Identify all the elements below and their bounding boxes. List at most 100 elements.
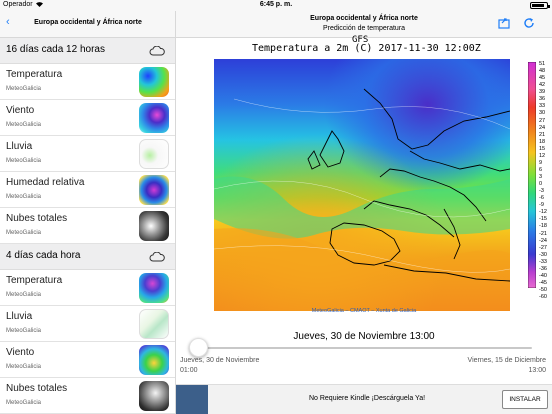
status-time: 6:45 p. m. — [259, 1, 293, 8]
colorbar-tick-label: 3 — [539, 174, 543, 180]
battery-icon — [530, 2, 550, 9]
colorbar-tick-label: 27 — [539, 117, 546, 124]
list-item-temperatura[interactable]: Temperatura MeteoGalicia — [0, 64, 175, 100]
section-title: 16 días cada 12 horas — [6, 44, 105, 55]
colorbar-tick-label: -24 — [539, 237, 547, 244]
refresh-icon[interactable] — [523, 17, 535, 29]
humidity-map-thumbnail — [139, 175, 169, 205]
map-title: Temperatura a 2m (C) 2017-11-30 12:00Z — [252, 43, 481, 54]
section-header-16-dias: 16 días cada 12 horas — [0, 38, 175, 64]
time-slider-track[interactable] — [196, 347, 532, 349]
end-time: 13:00 — [528, 367, 546, 374]
item-name: Nubes totales — [6, 383, 68, 394]
colorbar-tick-label: -15 — [539, 216, 547, 223]
colorbar-tick-label: 51 — [539, 61, 546, 67]
ad-text: No Requiere Kindle ¡Descárguela Ya! — [308, 395, 426, 402]
item-name: Lluvia — [6, 311, 33, 322]
rain-map-thumbnail — [139, 139, 169, 169]
colorbar-tick-label: -12 — [539, 209, 547, 216]
wind-map-thumbnail — [139, 103, 169, 133]
cloud-icon — [149, 252, 165, 262]
list-item-lluvia[interactable]: Lluvia MeteoGalicia — [0, 136, 175, 172]
list-item-viento[interactable]: Viento MeteoGalicia — [0, 342, 175, 378]
item-source: MeteoGalicia — [6, 364, 42, 370]
list-item-nubes-totales[interactable]: Nubes totales MeteoGalicia — [0, 208, 175, 244]
install-button[interactable]: INSTALAR — [502, 390, 548, 409]
time-slider-thumb[interactable] — [189, 338, 208, 357]
item-source: MeteoGalicia — [6, 230, 42, 236]
share-icon[interactable] — [498, 17, 510, 29]
temperature-map-image — [214, 59, 510, 311]
colorbar-tick-label: 30 — [539, 110, 546, 117]
colorbar-tick-label: -50 — [539, 287, 547, 293]
map-credit-link[interactable]: MeteoGalicia – CMAOT – Xunta de Galicia — [176, 308, 552, 314]
colorbar-tick-label: -6 — [539, 195, 544, 202]
colorbar-tick-label: -27 — [539, 244, 547, 251]
colorbar-tick-label: -21 — [539, 230, 547, 237]
temperature-colorbar — [528, 62, 536, 288]
list-item-nubes-totales[interactable]: Nubes totales MeteoGalicia — [0, 378, 175, 414]
clouds-map-thumbnail — [139, 381, 169, 411]
colorbar-tick-label: 9 — [539, 159, 543, 166]
colorbar-tick-label: 15 — [539, 145, 546, 152]
end-date: Viernes, 15 de Diciembre — [467, 357, 546, 364]
temperature-map-thumbnail — [139, 273, 169, 303]
item-name: Viento — [6, 105, 35, 116]
forecast-panel: GFS Temperatura a 2m (C) 2017-11-30 12:0… — [176, 35, 552, 384]
colorbar-tick-label: 21 — [539, 131, 546, 138]
colorbar-tick-label: 33 — [539, 103, 546, 110]
detail-title: Europa occidental y África norte — [310, 15, 418, 22]
colorbar-tick-label: 48 — [539, 68, 546, 75]
list-item-lluvia[interactable]: Lluvia MeteoGalicia — [0, 306, 175, 342]
rain-map-thumbnail — [139, 309, 169, 339]
item-source: MeteoGalicia — [6, 328, 42, 334]
product-list: 16 días cada 12 horas Temperatura MeteoG… — [0, 38, 176, 414]
wind-map-thumbnail — [139, 345, 169, 375]
colorbar-tick-label: 6 — [539, 166, 543, 173]
item-name: Nubes totales — [6, 213, 68, 224]
item-name: Lluvia — [6, 141, 33, 152]
item-name: Viento — [6, 347, 35, 358]
list-item-viento[interactable]: Viento MeteoGalicia — [0, 100, 175, 136]
cloud-icon — [149, 46, 165, 56]
sidebar-title: Europa occidental y África norte — [34, 19, 142, 26]
list-item-humedad-relativa[interactable]: Humedad relativa MeteoGalicia — [0, 172, 175, 208]
colorbar-tick-label: -36 — [539, 265, 547, 272]
ad-image — [176, 385, 208, 414]
colorbar-tick-label: 42 — [539, 82, 546, 89]
colorbar-tick-label: -60 — [539, 294, 547, 301]
colorbar-tick-label: -3 — [539, 188, 544, 195]
colorbar-tick-label: -45 — [539, 279, 547, 286]
detail-subtitle: Predicción de temperatura — [322, 25, 406, 32]
colorbar-tick-label: -40 — [539, 272, 547, 279]
detail-nav-bar: Europa occidental y África norte Predicc… — [176, 11, 552, 38]
sidebar-nav-bar: ‹ Europa occidental y África norte — [0, 11, 176, 38]
ad-banner[interactable]: No Requiere Kindle ¡Descárguela Ya! INST… — [176, 384, 552, 414]
temperature-map[interactable] — [214, 59, 510, 311]
item-name: Temperatura — [6, 69, 63, 80]
list-item-temperatura[interactable]: Temperatura MeteoGalicia — [0, 270, 175, 306]
item-source: MeteoGalicia — [6, 292, 42, 298]
colorbar-tick-label: -18 — [539, 223, 547, 230]
colorbar-tick-label: 24 — [539, 124, 546, 131]
current-date-label: Jueves, 30 de Noviembre 13:00 — [293, 331, 435, 342]
item-source: MeteoGalicia — [6, 158, 42, 164]
item-source: MeteoGalicia — [6, 400, 42, 406]
colorbar-tick-label: 12 — [539, 152, 546, 159]
section-header-4-dias: 4 días cada hora — [0, 244, 175, 270]
status-bar: Operador 6:45 p. m. — [0, 0, 552, 11]
colorbar-tick-label: -33 — [539, 258, 547, 265]
colorbar-labels: 51 48 45 42 39 36 33 30 27 24 21 18 15 12 9 6 3 0 -3 -6 -9 -1… — [539, 61, 552, 300]
colorbar-tick-label: 36 — [539, 96, 546, 103]
item-source: MeteoGalicia — [6, 86, 42, 92]
colorbar-tick-label: -9 — [539, 202, 544, 209]
item-name: Humedad relativa — [6, 177, 85, 188]
start-time: 01:00 — [180, 367, 198, 374]
clouds-map-thumbnail — [139, 211, 169, 241]
colorbar-tick-label: 39 — [539, 89, 546, 96]
section-title: 4 días cada hora — [6, 250, 81, 261]
item-source: MeteoGalicia — [6, 194, 42, 200]
colorbar-tick-label: 0 — [539, 181, 543, 188]
start-date: Jueves, 30 de Noviembre — [180, 357, 260, 364]
item-name: Temperatura — [6, 275, 63, 286]
